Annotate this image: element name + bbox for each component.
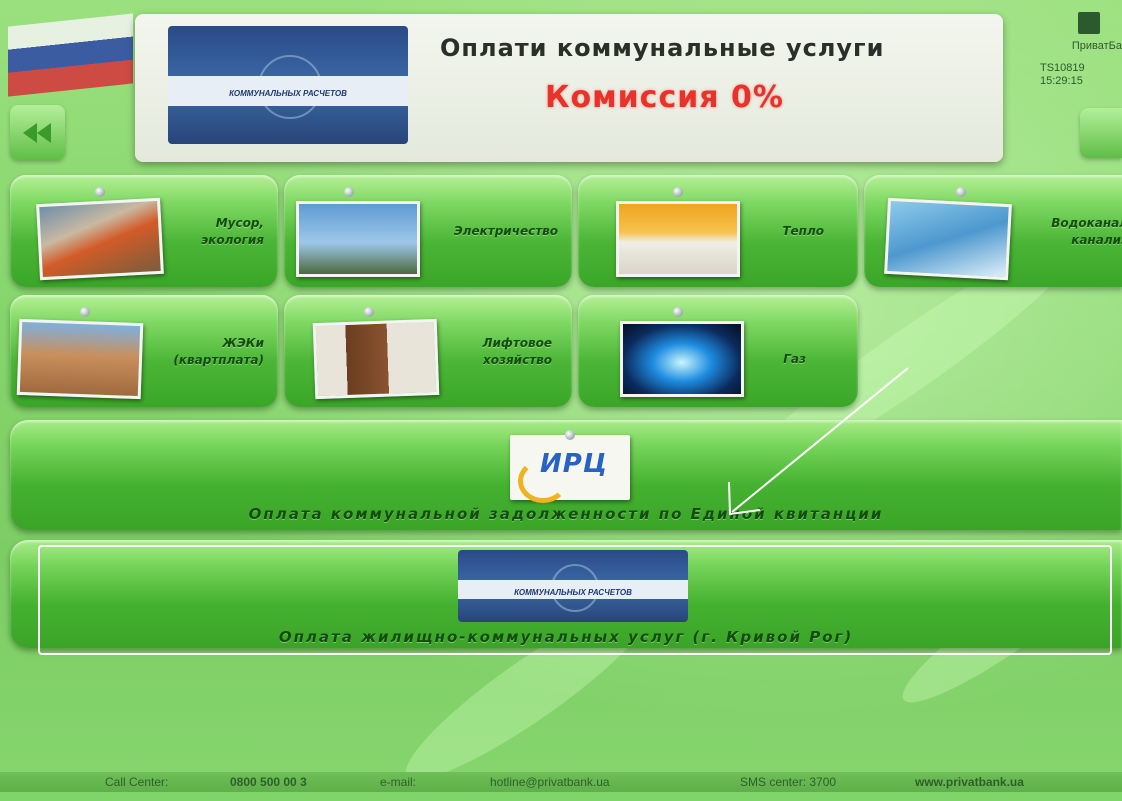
pin-icon	[565, 430, 575, 440]
footer-bar: Call Center: 0800 500 00 3 e-mail: hotli…	[0, 772, 1122, 792]
trash-truck-image	[36, 197, 164, 281]
service-elevator-button[interactable]: Лифтовое хозяйство	[284, 295, 572, 407]
service-electricity-button[interactable]: Электричество	[284, 175, 572, 287]
service-trash-button[interactable]: Мусор, экология	[10, 175, 278, 287]
water-image	[884, 197, 1012, 281]
website: www.privatbank.ua	[915, 775, 1024, 789]
service-heat-button[interactable]: Тепло	[578, 175, 858, 287]
elevator-image	[312, 318, 440, 400]
call-center-phone: 0800 500 00 3	[230, 775, 307, 789]
email-label: e-mail:	[380, 775, 417, 789]
krivoy-rog-utilities-button[interactable]: КОММУНАЛЬНЫХ РАСЧЕТОВ Оплата жилищно-ком…	[10, 540, 1122, 648]
housing-label: Оплата жилищно-коммунальных услуг (г. Кр…	[278, 628, 854, 646]
radiator-image	[616, 201, 740, 277]
sms-center: SMS center: 3700	[740, 775, 837, 789]
apartment-building-image	[16, 318, 144, 400]
power-lines-image	[296, 201, 420, 277]
terminal-id: TS10819	[1040, 62, 1085, 74]
service-label: Водоканал канализ	[1051, 216, 1122, 247]
call-center-label: Call Center:	[105, 775, 169, 789]
service-label: Электричество	[453, 224, 558, 238]
back-button[interactable]	[10, 105, 65, 160]
clock: 15:29:15	[1040, 75, 1083, 87]
russian-flag-image	[8, 13, 133, 97]
service-label: Тепло	[782, 224, 824, 238]
back-arrow-icon	[22, 122, 51, 143]
service-label: Газ	[783, 352, 806, 366]
gas-flame-image	[620, 321, 744, 397]
service-label: Мусор, экология	[201, 216, 264, 247]
commission-text: Комиссия 0%	[545, 80, 784, 115]
bank-name: ПриватБа	[1071, 40, 1122, 52]
email-address: hotline@privatbank.ua	[490, 775, 610, 789]
kiosk-screen: КОММУНАЛЬНЫХ РАСЧЕТОВ Оплати коммунальны…	[0, 0, 1122, 801]
service-water-button[interactable]: Водоканал канализ	[864, 175, 1122, 287]
service-housing-button[interactable]: ЖЭКи (квартплата)	[10, 295, 278, 407]
service-label: ЖЭКи (квартплата)	[173, 336, 264, 367]
help-button[interactable]	[1080, 108, 1122, 158]
krc-card-logo-image: КОММУНАЛЬНЫХ РАСЧЕТОВ	[458, 550, 688, 622]
bank-logo-icon	[1078, 12, 1100, 34]
irc-logo-image: ИРЦ	[510, 435, 630, 503]
service-label: Лифтовое хозяйство	[482, 336, 552, 367]
debt-label: Оплата коммунальной задолженности по Еди…	[248, 505, 884, 523]
page-title: Оплати коммунальные услуги	[440, 34, 885, 62]
krc-logo-image: КОММУНАЛЬНЫХ РАСЧЕТОВ	[168, 26, 408, 144]
service-gas-button[interactable]: Газ	[578, 295, 858, 407]
